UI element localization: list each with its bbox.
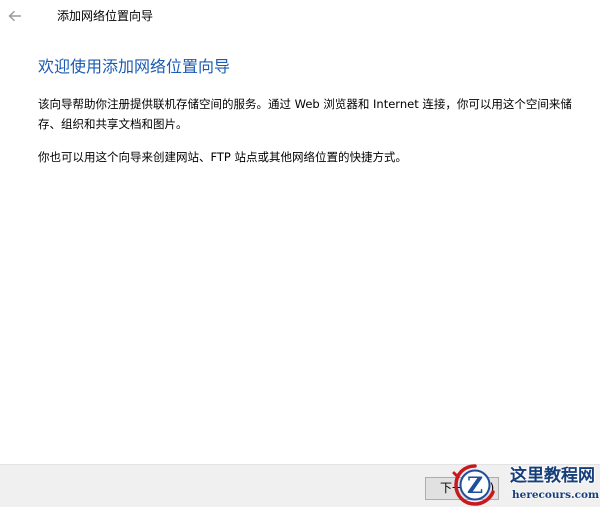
- wizard-content: 欢迎使用添加网络位置向导 该向导帮助你注册提供联机存储空间的服务。通过 Web …: [38, 56, 590, 164]
- watermark-logo-icon: Z: [452, 464, 495, 506]
- watermark-title: 这里教程网: [510, 466, 595, 486]
- page-heading: 欢迎使用添加网络位置向导: [38, 57, 231, 76]
- description-paragraph: 该向导帮助你注册提供联机存储空间的服务。通过 Web 浏览器和 Internet…: [38, 97, 572, 131]
- back-arrow-icon: [8, 10, 22, 22]
- watermark: Z 这里教程网 herecours.com: [450, 462, 600, 507]
- back-button[interactable]: [4, 6, 26, 26]
- title-bar: 添加网络位置向导: [0, 0, 600, 32]
- add-network-location-wizard: 添加网络位置向导 欢迎使用添加网络位置向导 该向导帮助你注册提供联机存储空间的服…: [0, 0, 600, 507]
- shortcut-paragraph: 你也可以用这个向导来创建网站、FTP 站点或其他网络位置的快捷方式。: [38, 150, 408, 164]
- watermark-url: herecours.com: [512, 489, 600, 501]
- watermark-logo-letter: Z: [467, 473, 483, 499]
- window-title: 添加网络位置向导: [57, 9, 154, 23]
